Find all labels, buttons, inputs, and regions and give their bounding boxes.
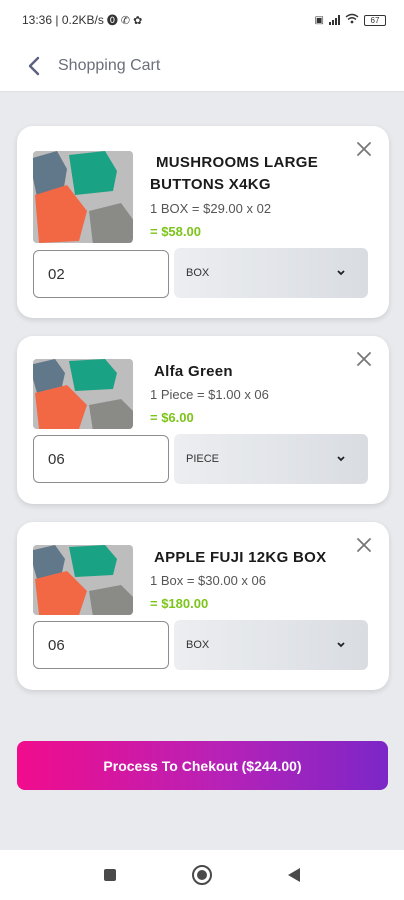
recents-button[interactable]	[98, 863, 122, 887]
remove-item-button[interactable]	[355, 140, 373, 158]
product-total: = $180.00	[150, 596, 209, 611]
product-name: Alfa Green	[154, 363, 233, 380]
sim-icon: ▣	[314, 14, 324, 26]
wifi-icon	[345, 13, 359, 27]
battery-icon: 67	[364, 14, 386, 26]
unit-dropdown[interactable]: BOX	[174, 620, 368, 670]
unit-dropdown-label: BOX	[186, 267, 210, 279]
chevron-down-icon	[337, 642, 345, 648]
back-arrow-icon	[28, 56, 40, 75]
quantity-input[interactable]	[33, 435, 169, 483]
product-price-detail: 1 Box = $30.00 x 06	[150, 573, 267, 588]
remove-item-button[interactable]	[355, 536, 373, 554]
product-name: APPLE FUJI 12KG BOX	[154, 549, 327, 566]
system-nav-bar	[0, 850, 404, 900]
cart-item-card: APPLE FUJI 12KG BOX 1 Box = $30.00 x 06 …	[17, 522, 389, 690]
cart-item-card: Alfa Green 1 Piece = $1.00 x 06 = $6.00 …	[17, 336, 389, 504]
unit-dropdown-label: PIECE	[186, 453, 220, 465]
quantity-input[interactable]	[33, 621, 169, 669]
product-image	[33, 359, 133, 429]
quantity-input[interactable]	[33, 250, 169, 298]
product-name: MUSHROOMS LARGE BUTTONS X4KG	[150, 154, 318, 193]
product-price-detail: 1 Piece = $1.00 x 06	[150, 387, 269, 402]
square-icon	[104, 869, 116, 881]
status-left: 13:36 | 0.2KB/s ⓿ ✆ ✿	[22, 12, 142, 28]
product-image	[33, 545, 133, 615]
app-header: Shopping Cart	[0, 40, 404, 92]
notification-icon: ⓿	[106, 15, 118, 27]
nav-back-button[interactable]	[282, 863, 306, 887]
unit-dropdown-label: BOX	[186, 639, 210, 651]
status-bar: 13:36 | 0.2KB/s ⓿ ✆ ✿ ▣ 67	[0, 0, 404, 40]
cart-item-card: MUSHROOMS LARGE BUTTONS X4KG 1 BOX = $29…	[17, 126, 389, 318]
product-image	[33, 151, 133, 243]
checkout-button[interactable]: Process To Chekout ($244.00)	[17, 741, 388, 790]
close-icon	[357, 142, 371, 156]
chevron-down-icon	[337, 456, 345, 462]
whatsapp-icon: ✆	[120, 14, 131, 27]
signal-icon	[329, 15, 340, 25]
status-time: 13:36 | 0.2KB/s	[22, 13, 104, 27]
back-button[interactable]	[20, 52, 48, 80]
product-price-detail: 1 BOX = $29.00 x 02	[150, 201, 272, 216]
product-total: = $6.00	[150, 410, 194, 425]
circle-icon	[192, 865, 212, 885]
settings-icon: ✿	[133, 14, 143, 27]
triangle-back-icon	[288, 868, 300, 882]
page-title: Shopping Cart	[58, 56, 161, 74]
status-right: ▣ 67	[315, 13, 386, 27]
unit-dropdown[interactable]: PIECE	[174, 434, 368, 484]
remove-item-button[interactable]	[355, 350, 373, 368]
close-icon	[357, 538, 371, 552]
chevron-down-icon	[337, 270, 345, 276]
close-icon	[357, 352, 371, 366]
home-button[interactable]	[190, 863, 214, 887]
unit-dropdown[interactable]: BOX	[174, 248, 368, 298]
product-total: = $58.00	[150, 224, 201, 239]
